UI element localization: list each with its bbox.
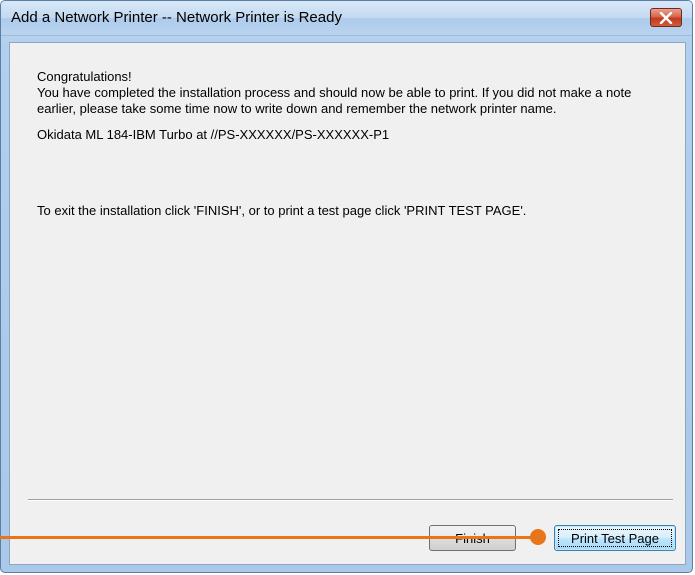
close-button[interactable] <box>650 8 682 27</box>
window-title: Add a Network Printer -- Network Printer… <box>11 9 342 26</box>
callout-pointer-dot <box>530 529 546 545</box>
close-icon <box>659 11 673 24</box>
print-test-page-button-label: Print Test Page <box>571 530 659 546</box>
printer-name-text: Okidata ML 184-IBM Turbo at //PS-XXXXXX/… <box>37 127 390 142</box>
congratulations-heading: Congratulations! <box>37 69 132 84</box>
completion-message: You have completed the installation proc… <box>37 85 632 116</box>
divider <box>28 499 673 501</box>
title-bar[interactable]: Add a Network Printer -- Network Printer… <box>1 1 692 36</box>
callout-pointer-line <box>0 536 537 539</box>
add-network-printer-dialog: Add a Network Printer -- Network Printer… <box>0 0 693 573</box>
dialog-content-area: Congratulations! You have completed the … <box>9 42 686 565</box>
message-area: Congratulations! You have completed the … <box>37 69 667 219</box>
exit-instructions: To exit the installation click 'FINISH',… <box>37 203 527 218</box>
print-test-page-button[interactable]: Print Test Page <box>554 525 676 551</box>
